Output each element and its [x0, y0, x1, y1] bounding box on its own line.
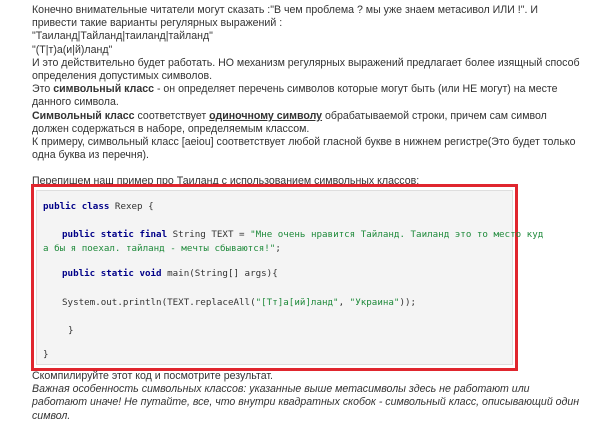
text-fragment: обрабатываемой строки, причем сам символ	[322, 109, 547, 122]
regex-example-1: "Таиланд|Тайланд|таиланд|тайланд"	[32, 30, 213, 43]
code-keyword: public static void	[62, 268, 162, 279]
paragraph-line: привести такие варианты регулярных выраж…	[32, 17, 283, 30]
paragraph-line: Это символьный класс - он определяет пер…	[32, 83, 558, 96]
paragraph-line: должен содержаться в наборе, определяемы…	[32, 122, 310, 135]
code-line: }	[68, 325, 74, 337]
code-keyword: public static final	[62, 229, 168, 240]
paragraph-line: одна буква из перечня).	[32, 149, 149, 162]
article-text-after: Скомпилируйте этот код и посмотрите резу…	[32, 370, 580, 423]
text-fragment: Это	[32, 83, 54, 96]
code-brace: }	[43, 349, 49, 360]
code-text: ;	[275, 243, 281, 254]
paragraph-line: Конечно внимательные читатели могут сказ…	[32, 4, 538, 16]
article-text: Конечно внимательные читатели могут сказ…	[32, 4, 580, 189]
code-string: а бы я поехал. тайланд - мечты сбываются…	[43, 243, 276, 254]
bold-underlined-term: одиночному символу	[209, 109, 323, 122]
paragraph-line: К примеру, символьный класс [aeiou] соот…	[32, 136, 576, 149]
code-line: а бы я поехал. тайланд - мечты сбываются…	[43, 243, 281, 255]
text-fragment: - он определяет перечень символов которы…	[154, 83, 558, 96]
code-string: "Украина"	[349, 297, 400, 308]
bold-term: символьный класс	[53, 83, 154, 96]
code-text: Rexep {	[109, 201, 154, 212]
paragraph-line: данного символа.	[32, 96, 119, 109]
code-line: public class Rexep {	[43, 201, 154, 213]
code-text: String TEXT =	[167, 229, 251, 240]
paragraph-line: Скомпилируйте этот код и посмотрите резу…	[32, 370, 273, 382]
paragraph-line: И это действительно будет работать. НО м…	[32, 56, 580, 69]
highlight-frame: public class Rexep { public static final…	[31, 184, 543, 371]
code-line: public static final String TEXT = "Мне о…	[62, 229, 543, 241]
note-line: работают иначе! Не путайте, все, что вну…	[32, 396, 580, 409]
code-line: public static void main(String[] args){	[62, 268, 278, 280]
text-fragment: соответствует	[134, 109, 210, 122]
code-text: System.out.println(TEXT.replaceAll(	[62, 297, 256, 308]
note-line: Важная особенность символьных классов: у…	[32, 383, 530, 396]
code-keyword: public class	[43, 201, 110, 212]
code-text: main(String[] args){	[161, 268, 278, 279]
code-text: ,	[338, 297, 350, 308]
code-brace: }	[68, 325, 74, 336]
code-line: System.out.println(TEXT.replaceAll("[Тт]…	[62, 297, 416, 309]
bold-term: Символьный класс	[32, 109, 135, 122]
page: Конечно внимательные читатели могут сказ…	[0, 0, 600, 429]
code-block[interactable]: public class Rexep { public static final…	[36, 190, 543, 365]
code-string: "Мне очень нравится Тайланд. Таиланд это…	[250, 229, 544, 240]
note-line: символ.	[32, 409, 71, 422]
code-text: ));	[399, 297, 417, 308]
code-line: }	[43, 349, 49, 361]
regex-example-2: "(Т|т)а(и|й)ланд"	[32, 43, 113, 56]
code-string: "[Тт]а[ий]ланд"	[255, 297, 339, 308]
paragraph-line: определения допустимых символов.	[32, 70, 213, 83]
paragraph-line: Символьный класс соответствует одиночном…	[32, 109, 547, 123]
